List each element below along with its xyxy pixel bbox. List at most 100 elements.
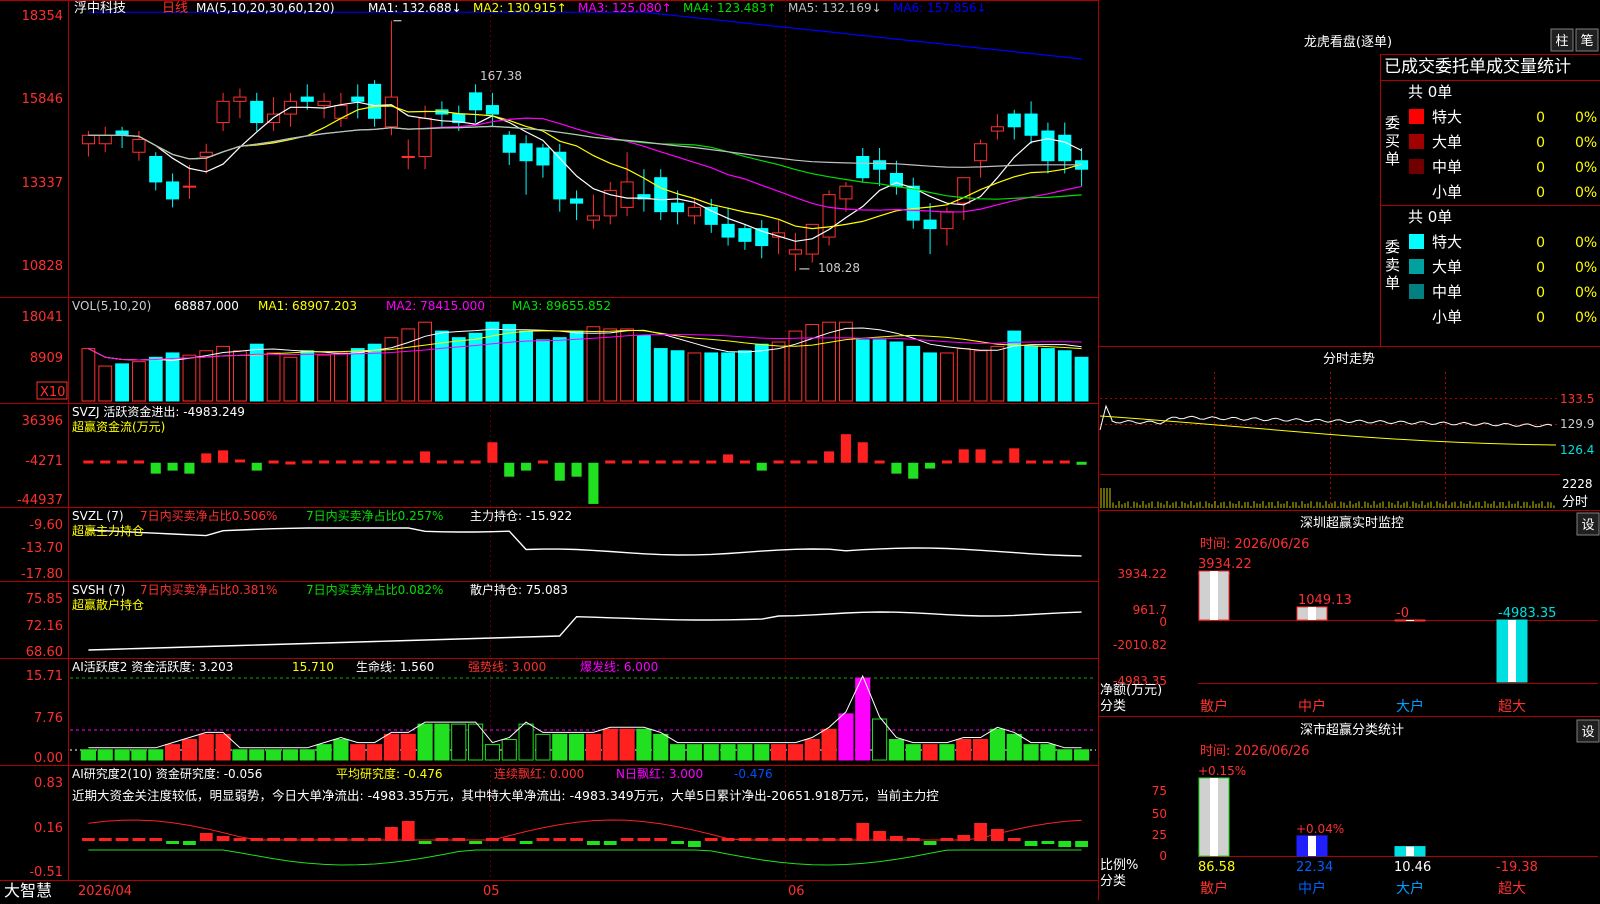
svzj-bar [891,462,902,474]
order-size-pct: 0% [1575,235,1597,251]
svsh-axis-label: 68.60 [26,645,63,660]
svzj-bar [470,460,481,464]
candle-body [671,202,685,213]
candle-body [182,185,196,188]
svzj-bar [1076,461,1087,465]
ai1-bar [636,728,652,761]
volume-bar [300,350,315,402]
candle-body [81,134,95,145]
ai1-bar [367,744,383,761]
volume-bar [199,350,214,402]
ai1-bar [501,739,517,761]
ai1-bar [400,733,416,761]
intraday-axis-label: 126.4 [1560,443,1594,457]
volume-bar [569,330,584,402]
ai2-bar [149,838,163,841]
sz-bar-value: -0 [1396,606,1409,621]
order-size-swatch [1409,109,1424,124]
svzj-bar [958,449,969,463]
svzj-bar [975,449,986,463]
ai2-axis-label: -0.51 [29,865,63,880]
ma-value-label: MA3: 125.080↑ [578,1,672,15]
svsh-header-a: SVSH (7) [72,583,125,597]
order-size-pct: 0% [1575,185,1597,201]
candle-body [98,134,112,145]
ai2-bar [1024,841,1038,846]
volume-bar [670,350,685,402]
volume-bar [536,339,550,402]
ai1-bar [434,723,450,761]
ai1-bar [771,744,787,761]
volume-bar [216,345,230,402]
volume-bar [872,339,887,402]
ai2-bar [115,838,129,841]
ai2-bar [923,841,937,845]
order-size-count: 0 [1536,260,1545,276]
ai2-commentary: 近期大资金关注度较低，明显弱势，今日大单净流出: -4983.35万元，其中特大… [72,788,939,803]
order-size-pct: 0% [1575,160,1597,176]
volume-bar [401,328,416,402]
chart-canvas: 浮中科技 日线 MA(5,10,20,30,60,120) MA1: 132.6… [0,0,1600,900]
ma-line [88,125,1082,200]
svzj-bar [369,460,380,464]
intraday-title: 分时走势 [1323,351,1375,367]
candle-body [788,249,802,255]
order-size-count: 0 [1536,285,1545,301]
order-size-pct: 0% [1575,285,1597,301]
candle-body [1058,134,1072,162]
ai1-bar [872,718,888,761]
order-size-label: 特大 [1432,233,1462,251]
svzj-bar [420,451,431,463]
ai2-bar [98,838,112,841]
vol-ma2: MA2: 78415.000 [386,299,485,313]
svzj-bar [588,462,599,504]
order-size-label: 中单 [1432,158,1462,176]
volume-bar [653,348,668,402]
cls-axis-label: 0 [1159,849,1167,863]
ai1-bar [602,728,618,761]
lhb-title: 龙虎看盘(逐单) [1304,34,1392,50]
ai1-bar [232,749,248,761]
svsh-axis-label: 72.16 [26,619,63,634]
ai1-bar [1057,749,1073,761]
ma-line [88,11,1082,60]
candle-body [115,130,129,136]
sz-category-label: 大户 [1396,698,1424,715]
volume-bar [839,321,853,402]
svzj-bar [790,460,801,464]
ai1-bar [939,744,955,761]
ai2-bar [166,841,179,844]
svzj-bar [167,462,178,471]
svzj-bar [739,460,750,464]
ai2-bar [654,838,668,841]
ai2-header-c: 连续飘红: 0.000 [494,766,584,781]
sz-axis-label: -2010.82 [1113,638,1167,652]
cls-bar-highlight [1210,778,1218,856]
candle-body [906,185,920,221]
candle-body [536,147,550,166]
volume-bar [754,343,769,402]
ai1-bar [114,749,130,761]
order-size-count: 0 [1536,185,1545,201]
price-axis-label: 13337 [22,176,63,191]
order-size-label: 特大 [1432,108,1462,126]
price-axis-label: 15846 [22,92,63,107]
order-size-label: 小单 [1432,308,1462,326]
svzj-bar [1042,460,1053,464]
volume-bar [956,348,971,402]
sell-total: 共 0单 [1408,208,1452,226]
svsh-sub: 超赢散户持仓 [72,597,144,612]
ma-value-label: MA1: 132.688↓ [368,1,462,15]
candle-body [873,160,887,170]
candle-body [553,151,567,200]
candle-body [368,83,382,119]
svzj-bar [537,460,548,464]
sell-side-label: 卖 [1385,256,1400,274]
intraday-axis-label: 133.5 [1560,392,1594,406]
ai1-bar [956,739,972,761]
volume-bar [889,341,904,402]
ai1-header-a: AI活跃度2 资金活跃度: 3.203 [72,659,233,674]
cls-bar-highlight [1406,846,1414,856]
svzj-bar [941,460,952,464]
candle-body [586,215,600,221]
